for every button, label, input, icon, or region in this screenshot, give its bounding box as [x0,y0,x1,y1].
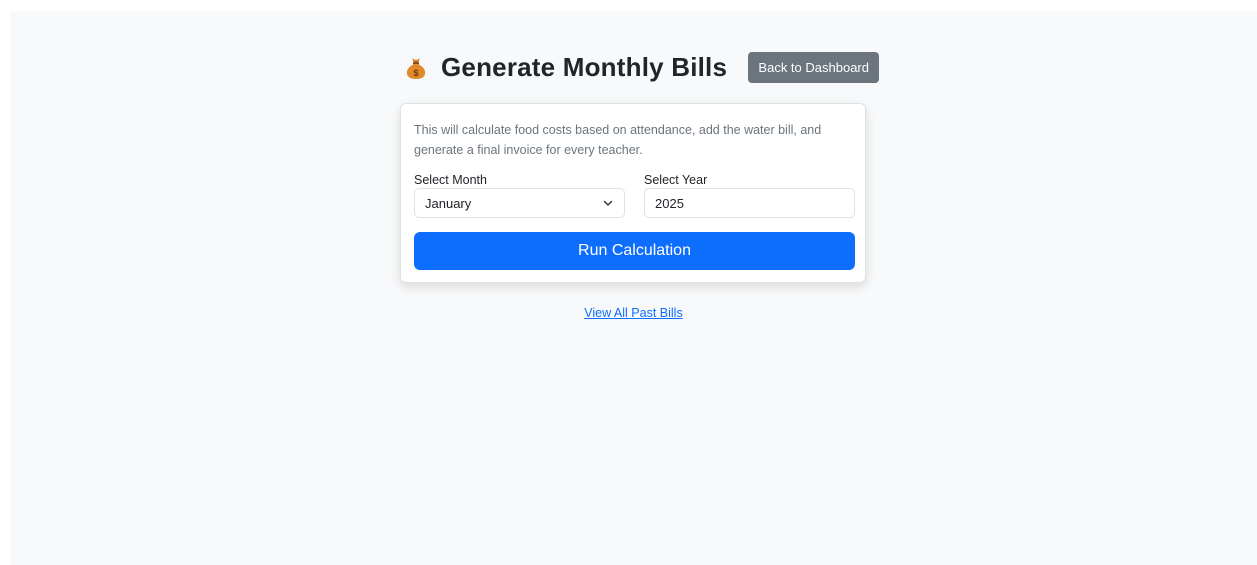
run-calculation-button[interactable]: Run Calculation [414,232,855,270]
year-label: Select Year [644,173,708,187]
year-input-value: 2025 [655,195,684,211]
moneybag-icon: $ [403,54,429,80]
svg-text:$: $ [413,68,418,78]
year-input[interactable]: 2025 [644,188,855,218]
past-bills-link-wrap: View All Past Bills [10,306,1257,320]
title-group: $ Generate Monthly Bills [403,54,727,80]
month-label: Select Month [414,173,487,187]
card-description: This will calculate food costs based on … [414,123,822,157]
page-title: Generate Monthly Bills [441,52,728,82]
bill-generation-card: This will calculate food costs based on … [400,103,866,283]
chevron-down-icon [602,197,614,209]
page-background: $ Generate Monthly Bills Back to Dashboa… [10,11,1257,565]
back-to-dashboard-button[interactable]: Back to Dashboard [748,51,879,83]
month-select[interactable]: January [414,188,625,218]
page-header: $ Generate Monthly Bills Back to Dashboa… [403,49,879,85]
month-select-value: January [425,195,472,211]
view-all-past-bills-link[interactable]: View All Past Bills [584,306,682,320]
